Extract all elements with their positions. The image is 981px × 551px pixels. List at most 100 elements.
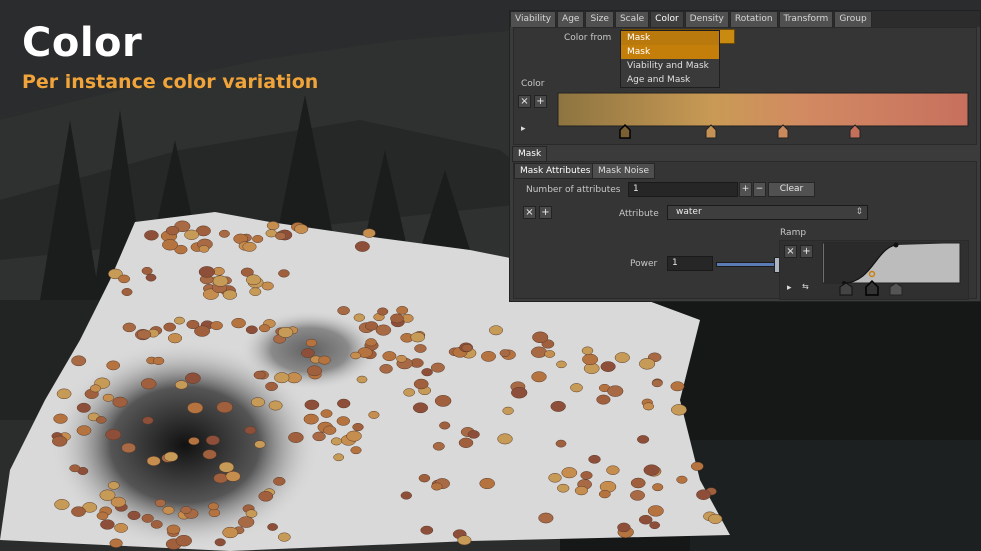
instance-dot bbox=[109, 538, 123, 548]
instance-dot bbox=[100, 519, 115, 530]
instance-dot bbox=[294, 223, 309, 234]
mask-ramp-curve-editor[interactable] bbox=[822, 241, 962, 297]
color-key-2 bbox=[705, 124, 717, 139]
instance-dot bbox=[582, 353, 599, 366]
tab-group[interactable]: Group bbox=[834, 11, 872, 27]
instance-dot bbox=[671, 404, 687, 416]
instance-dot bbox=[202, 449, 217, 460]
instance-dot bbox=[266, 221, 280, 231]
instance-dot bbox=[267, 523, 278, 531]
instance-dot bbox=[538, 512, 554, 524]
instance-dot bbox=[184, 229, 199, 240]
color-ramp-keys[interactable] bbox=[619, 123, 861, 139]
power-field[interactable]: 1 bbox=[667, 256, 713, 271]
instance-dot bbox=[245, 325, 258, 335]
color-from-menu: Mask Mask Viability and Mask Age and Mas… bbox=[620, 30, 720, 88]
play-icon[interactable]: ▸ bbox=[521, 124, 526, 134]
tab-density[interactable]: Density bbox=[684, 11, 729, 27]
instance-dot bbox=[273, 476, 286, 486]
instance-dot bbox=[76, 402, 91, 413]
tab-scale[interactable]: Scale bbox=[614, 11, 650, 27]
instance-dot bbox=[121, 288, 133, 296]
instance-dot bbox=[121, 442, 136, 454]
ramp-loop-icon[interactable]: ⇆ bbox=[802, 282, 809, 291]
instance-dot bbox=[163, 451, 179, 462]
tab-size[interactable]: Size bbox=[585, 11, 614, 27]
instance-dot bbox=[362, 228, 376, 238]
instance-dot bbox=[222, 526, 239, 539]
instance-dot bbox=[531, 371, 547, 383]
instance-dot bbox=[561, 467, 578, 479]
instance-dot bbox=[556, 360, 567, 369]
instance-dot bbox=[350, 446, 362, 455]
color-key-4 bbox=[849, 124, 861, 139]
tab-viability[interactable]: Viability bbox=[510, 11, 557, 27]
color-from-current-value[interactable]: Mask bbox=[621, 31, 719, 45]
instance-dot bbox=[305, 338, 318, 347]
color-ramp-editor[interactable] bbox=[556, 92, 970, 140]
instance-dot bbox=[152, 356, 165, 365]
instance-dot bbox=[432, 442, 445, 451]
tab-transform[interactable]: Transform bbox=[778, 11, 834, 27]
instance-dot bbox=[185, 372, 201, 384]
instance-dot bbox=[375, 324, 392, 336]
ramp-add-key-button[interactable]: + bbox=[800, 245, 813, 258]
instance-dot bbox=[258, 324, 271, 333]
instance-dot bbox=[218, 229, 230, 238]
instance-dot bbox=[146, 456, 161, 466]
instance-dot bbox=[54, 499, 70, 510]
color-add-key-button[interactable]: + bbox=[534, 95, 547, 108]
attribute-select[interactable]: water ⇕ bbox=[667, 205, 868, 220]
tab-age[interactable]: Age bbox=[557, 11, 585, 27]
instance-dot bbox=[420, 525, 434, 535]
instance-dot bbox=[350, 351, 361, 360]
instance-dot bbox=[637, 435, 650, 444]
instance-dot bbox=[162, 239, 178, 251]
instance-dot bbox=[643, 464, 660, 476]
instance-dot bbox=[458, 437, 474, 448]
instance-dot bbox=[414, 344, 427, 353]
instance-dot bbox=[122, 322, 136, 333]
ramp-remove-key-button[interactable]: × bbox=[784, 245, 797, 258]
mask-remove-attribute-button[interactable]: × bbox=[523, 206, 536, 219]
menu-item-viability-and-mask[interactable]: Viability and Mask bbox=[621, 59, 719, 73]
instance-dot bbox=[690, 461, 704, 471]
ramp-play-icon[interactable]: ▸ bbox=[787, 283, 792, 293]
instance-dot bbox=[76, 425, 92, 436]
tab-rotation[interactable]: Rotation bbox=[729, 11, 778, 27]
instance-dot bbox=[175, 534, 192, 547]
attributes-minus-button[interactable]: − bbox=[753, 182, 766, 197]
color-section-label: Color bbox=[521, 79, 545, 89]
instance-dot bbox=[154, 499, 166, 507]
instance-dot bbox=[162, 506, 175, 515]
power-slider-track[interactable] bbox=[716, 257, 780, 273]
attributes-plus-button[interactable]: + bbox=[739, 182, 752, 197]
instance-dot bbox=[198, 266, 216, 278]
menu-item-mask[interactable]: Mask bbox=[621, 45, 719, 59]
color-key-3 bbox=[777, 124, 789, 139]
power-label: Power bbox=[630, 259, 658, 269]
instance-dot bbox=[617, 522, 631, 533]
tab-mask[interactable]: Mask bbox=[512, 146, 548, 162]
instance-dot bbox=[238, 516, 255, 528]
tab-mask-attributes[interactable]: Mask Attributes bbox=[514, 163, 597, 179]
instance-dot bbox=[489, 325, 503, 336]
instance-dot bbox=[114, 523, 128, 533]
number-of-attributes-field[interactable]: 1 bbox=[628, 182, 738, 197]
mask-add-attribute-button[interactable]: + bbox=[539, 206, 552, 219]
instance-dot bbox=[252, 235, 264, 243]
instance-dot bbox=[71, 355, 87, 367]
instance-dot bbox=[96, 511, 109, 520]
menu-item-age-and-mask[interactable]: Age and Mask bbox=[621, 73, 719, 87]
instance-dot bbox=[368, 410, 380, 419]
instance-dot bbox=[106, 360, 121, 371]
clear-button[interactable]: Clear bbox=[768, 182, 815, 197]
color-remove-key-button[interactable]: × bbox=[518, 95, 531, 108]
tab-mask-noise[interactable]: Mask Noise bbox=[592, 163, 656, 179]
instance-dot bbox=[497, 433, 513, 445]
tab-color[interactable]: Color bbox=[650, 11, 684, 27]
instance-dot bbox=[251, 397, 265, 408]
instance-dot bbox=[676, 475, 688, 484]
number-of-attributes-label: Number of attributes bbox=[526, 185, 621, 195]
instance-dot bbox=[377, 307, 389, 316]
